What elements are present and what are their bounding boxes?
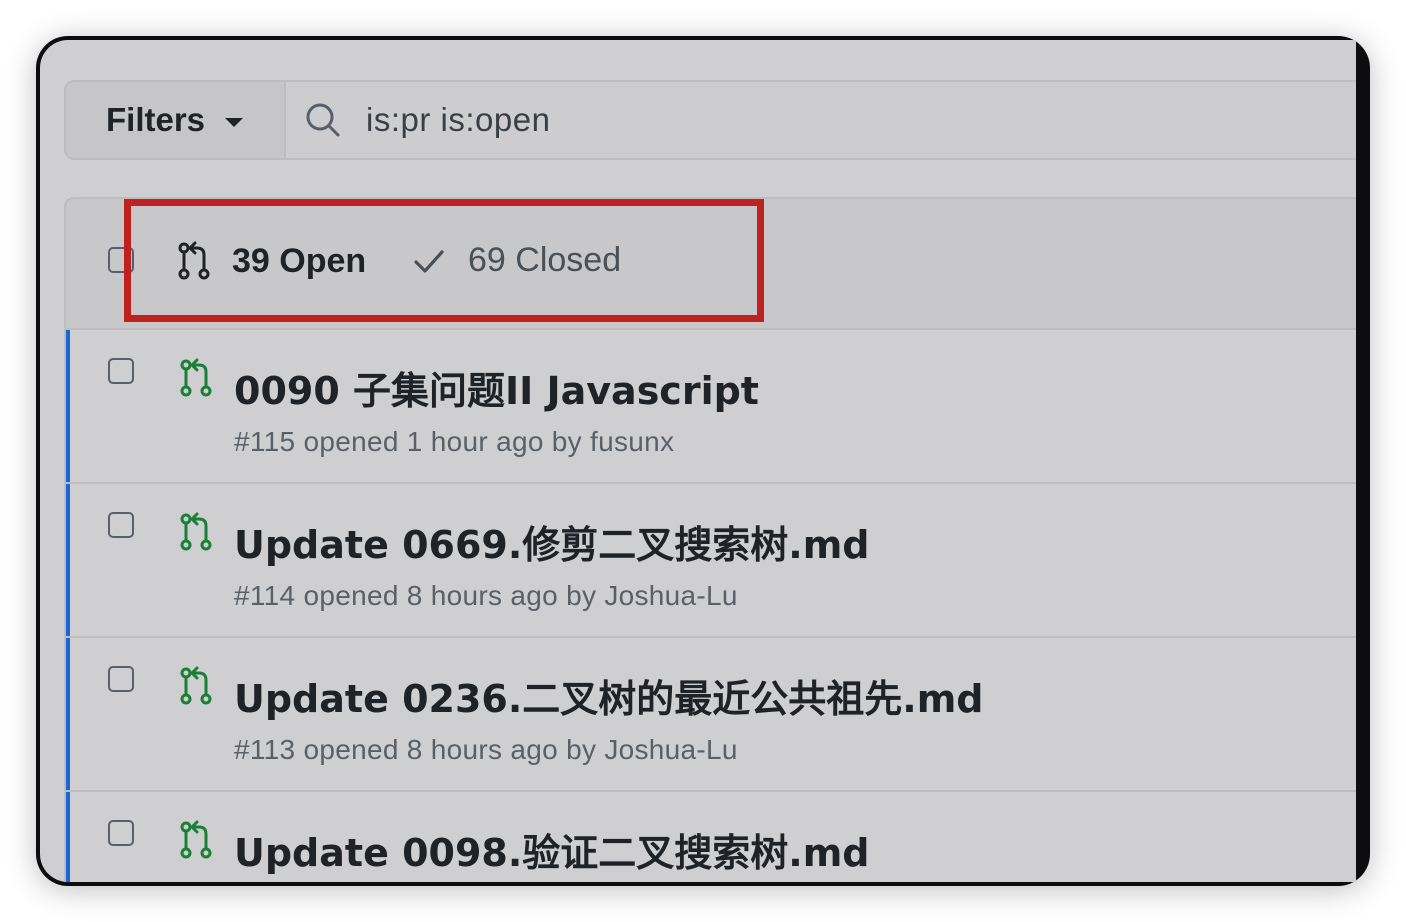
row-checkbox[interactable] [108, 358, 134, 384]
caret-down-icon [225, 117, 244, 127]
tab-open[interactable]: 39 Open [176, 241, 366, 281]
search-query-text: is:pr is:open [366, 101, 551, 138]
pull-request-title[interactable]: Update 0236.二叉树的最近公共祖先.md [234, 668, 984, 723]
select-all-checkbox[interactable] [108, 247, 134, 273]
window-frame: Filters is:pr is:open 39 Open 69 Closed … [36, 36, 1370, 886]
list-header: 39 Open 69 Closed [66, 199, 1356, 330]
pull-request-row[interactable]: 0090 子集问题II Javascript #115 opened 1 hou… [66, 330, 1356, 484]
row-checkbox[interactable] [108, 820, 134, 846]
pull-request-icon [178, 241, 210, 280]
search-input[interactable]: is:pr is:open [286, 82, 1356, 158]
open-count-label: 39 Open [232, 241, 367, 280]
open-pull-request-icon [180, 512, 212, 551]
row-checkbox[interactable] [108, 666, 134, 692]
check-icon [414, 249, 444, 273]
open-pull-request-icon [180, 358, 212, 397]
pull-request-meta: #115 opened 1 hour ago by fusunx [234, 426, 675, 457]
row-checkbox[interactable] [108, 512, 134, 538]
pull-request-list: 39 Open 69 Closed 0090 子集问题II Javascript… [64, 197, 1356, 882]
search-icon [306, 103, 340, 137]
pull-request-title[interactable]: Update 0669.修剪二叉搜索树.md [234, 514, 870, 569]
pull-request-title[interactable]: 0090 子集问题II Javascript [234, 360, 759, 415]
open-pull-request-icon [180, 666, 212, 705]
pull-request-row[interactable]: Update 0098.验证二叉搜索树.md [66, 792, 1356, 882]
pull-request-meta: #114 opened 8 hours ago by Joshua-Lu [234, 580, 738, 611]
filters-dropdown-button[interactable]: Filters [66, 82, 286, 158]
tab-closed[interactable]: 69 Closed [412, 241, 621, 280]
open-pull-request-icon [180, 820, 212, 859]
closed-count-label: 69 Closed [468, 241, 622, 279]
filter-search-bar: Filters is:pr is:open [64, 80, 1356, 160]
pull-request-meta: #113 opened 8 hours ago by Joshua-Lu [234, 734, 738, 765]
pull-requests-page: Filters is:pr is:open 39 Open 69 Closed … [40, 40, 1356, 882]
pull-request-row[interactable]: Update 0669.修剪二叉搜索树.md #114 opened 8 hou… [66, 484, 1356, 638]
pull-request-row[interactable]: Update 0236.二叉树的最近公共祖先.md #113 opened 8 … [66, 638, 1356, 792]
filters-label: Filters [106, 101, 206, 138]
pull-request-title[interactable]: Update 0098.验证二叉搜索树.md [234, 822, 870, 877]
